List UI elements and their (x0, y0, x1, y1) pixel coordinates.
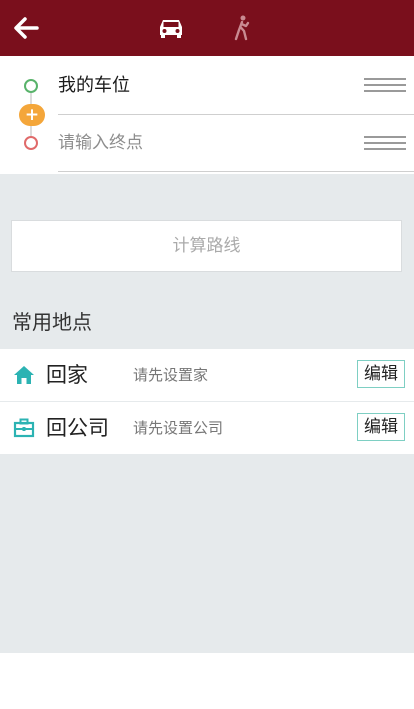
place-row-home[interactable]: 回家 请先设置家 编辑 (0, 349, 414, 401)
walk-icon (234, 15, 250, 41)
place-hint: 请先设置公司 (133, 419, 224, 437)
place-name: 回公司 (46, 416, 109, 440)
place-name: 回家 (46, 363, 88, 387)
drag-handle-icon[interactable] (364, 136, 406, 154)
back-button[interactable] (10, 12, 42, 44)
walk-mode-tab[interactable] (226, 12, 258, 44)
start-point-icon (24, 79, 38, 93)
common-places-title: 常用地点 (12, 310, 92, 334)
calculate-route-button[interactable]: 计算路线 (11, 220, 402, 272)
top-bar (0, 0, 414, 56)
add-waypoint-button[interactable]: + (19, 104, 45, 126)
place-hint: 请先设置家 (133, 366, 209, 384)
divider (58, 114, 414, 115)
end-point-icon (24, 136, 38, 150)
divider (58, 171, 414, 172)
car-mode-tab[interactable] (154, 12, 188, 44)
edit-home-button[interactable]: 编辑 (357, 360, 405, 388)
edit-company-button[interactable]: 编辑 (357, 413, 405, 441)
car-icon (160, 20, 182, 38)
home-icon (14, 366, 34, 384)
destination-input[interactable]: 请输入终点 (58, 123, 388, 163)
start-location-field[interactable]: 我的车位 (58, 66, 388, 106)
drag-handle-icon[interactable] (364, 78, 406, 96)
place-row-company[interactable]: 回公司 请先设置公司 编辑 (0, 402, 414, 454)
arrow-left-icon (14, 17, 39, 39)
route-panel: + 我的车位 请输入终点 (0, 56, 414, 174)
briefcase-icon (13, 418, 35, 438)
